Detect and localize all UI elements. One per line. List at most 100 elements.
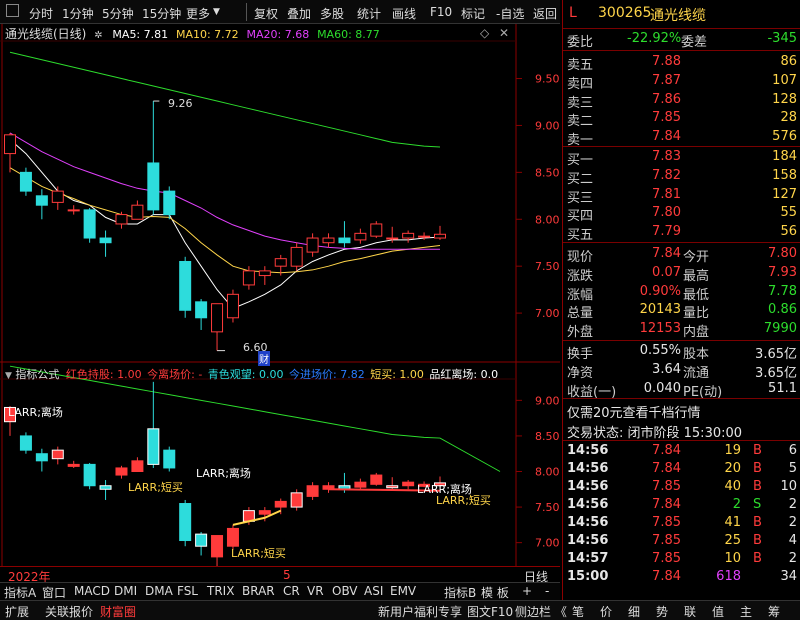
candle-body <box>4 134 16 155</box>
tab-5min[interactable]: 5分钟 <box>102 5 134 22</box>
ask-row: 卖四 7.87 107 <box>563 72 800 92</box>
tab-trix[interactable]: TRIX <box>207 584 234 598</box>
y-tick-label: 7.50 <box>535 260 560 273</box>
stat-label: 量比 <box>683 306 710 322</box>
f10-graph-link[interactable]: 图文F10 <box>467 603 513 620</box>
related-quote-link[interactable]: 关联报价 <box>45 603 93 620</box>
ask-label: 卖三 <box>567 95 594 111</box>
stat-label: 流通 <box>683 365 710 381</box>
stat-row: 总量 20143 量比 0.86 <box>563 301 800 322</box>
tab-indicator-b[interactable]: 指标B <box>444 584 476 601</box>
tick-price: 7.85 <box>652 479 681 494</box>
tab-15min[interactable]: 15分钟 <box>142 5 181 22</box>
ask-label: 卖二 <box>567 114 594 130</box>
bid-label: 买三 <box>567 190 594 206</box>
kline-chart[interactable]: 9.50 9.00 8.50 8.00 7.50 7.00 9.00 8.50 8.00 7.50… <box>0 24 560 566</box>
tab-fsl[interactable]: FSL <box>177 584 198 598</box>
remove-button[interactable]: - <box>545 584 549 598</box>
candle-body <box>115 214 128 225</box>
add-watchlist-button[interactable]: -自选 <box>496 5 524 22</box>
tab-zhu[interactable]: 主 <box>740 603 752 620</box>
candle-body <box>179 260 192 311</box>
tab-template[interactable]: 模 板 <box>481 584 509 601</box>
tick-side: S <box>753 497 762 512</box>
overlay-button[interactable]: 叠加 <box>287 5 311 22</box>
stat-row: 外盘 12153 内盘 7990 <box>563 320 800 340</box>
tab-obv[interactable]: OBV <box>332 584 358 598</box>
tab-macd[interactable]: MACD <box>74 584 110 598</box>
tick-row: 14:57 7.85 10 B 2 <box>563 550 800 569</box>
tab-chou[interactable]: 筹 <box>768 603 780 620</box>
stat-value: 7.93 <box>768 264 797 280</box>
tab-emv[interactable]: EMV <box>390 584 416 598</box>
draw-line-button[interactable]: 画线 <box>392 5 416 22</box>
promo-row[interactable]: 仅需20元查看千档行情 <box>563 401 800 421</box>
stat-value: 12153 <box>639 321 681 337</box>
candle-body <box>386 237 399 240</box>
tab-zhi[interactable]: 值 <box>712 603 724 620</box>
y-tick-label: 9.00 <box>535 119 560 132</box>
bid-volume: 55 <box>780 205 797 221</box>
sidebar-toggle[interactable]: 侧边栏 《 <box>515 603 567 620</box>
tab-vr[interactable]: VR <box>307 584 324 598</box>
checkbox-icon[interactable] <box>6 4 19 17</box>
tab-fenshi[interactable]: 分时 <box>29 5 53 22</box>
indicator-name[interactable]: 指标公式 <box>15 368 59 381</box>
bid-volume: 127 <box>772 186 797 202</box>
multi-stock-button[interactable]: 多股 <box>320 5 344 22</box>
tick-count: 6 <box>788 443 797 458</box>
y-tick-label: 8.50 <box>535 430 560 443</box>
candle-body <box>418 235 431 238</box>
tab-window[interactable]: 窗口 <box>42 584 66 601</box>
f10-button[interactable]: F10 <box>430 5 452 19</box>
tick-volume: 40 <box>724 479 741 494</box>
fuquan-button[interactable]: 复权 <box>254 5 278 22</box>
ask-volume: 576 <box>772 129 797 145</box>
tick-time: 14:56 <box>567 515 609 530</box>
tab-dma[interactable]: DMA <box>145 584 173 598</box>
tab-bi[interactable]: 笔 <box>572 603 584 620</box>
stat-value: 7990 <box>763 321 797 337</box>
dropdown-icon[interactable]: ▼ <box>213 7 220 17</box>
tab-asi[interactable]: ASI <box>364 584 383 598</box>
tab-dmi[interactable]: DMI <box>114 584 137 598</box>
y-tick-label: 9.50 <box>535 73 560 86</box>
candle-body <box>67 209 80 212</box>
bid-label: 买五 <box>567 228 594 244</box>
candle-body <box>434 233 446 239</box>
tab-1min[interactable]: 1分钟 <box>62 5 94 22</box>
tab-indicator-a[interactable]: 指标A <box>4 584 36 601</box>
promo-text[interactable]: 仅需20元查看千档行情 <box>567 402 701 421</box>
tab-xi[interactable]: 细 <box>628 603 640 620</box>
wealth-circle-link[interactable]: 财富圈 <box>100 603 136 620</box>
tab-shi[interactable]: 势 <box>656 603 668 620</box>
ask-price: 7.84 <box>652 129 681 145</box>
stat-label: PE(动) <box>683 384 723 400</box>
stat-label: 涨跌 <box>567 268 594 284</box>
y-tick-label: 7.00 <box>535 307 560 320</box>
new-user-link[interactable]: 新用户福利专享 <box>378 603 462 620</box>
tab-lian[interactable]: 联 <box>684 603 696 620</box>
stats-button[interactable]: 统计 <box>357 5 381 22</box>
tab-brar[interactable]: BRAR <box>242 584 275 598</box>
back-button[interactable]: 返回 <box>533 5 557 22</box>
bid-row: 买一 7.83 184 <box>563 148 800 168</box>
tab-jia[interactable]: 价 <box>600 603 612 620</box>
indicator-candle-body <box>67 463 80 467</box>
tab-cr[interactable]: CR <box>283 584 300 598</box>
add-button[interactable]: + <box>522 584 532 598</box>
collapse-icon[interactable]: ▼ <box>5 371 12 381</box>
diamond-icon[interactable]: ◇ <box>480 26 489 40</box>
mark-button[interactable]: 标记 <box>461 5 485 22</box>
toolbar: 分时 1分钟 5分钟 15分钟 更多 ▼ 复权 叠加 多股 统计 画线 F10 … <box>0 0 560 24</box>
extend-link[interactable]: 扩展 <box>5 603 29 620</box>
stat-label: 净资 <box>567 365 594 381</box>
settings-icon[interactable]: ✲ <box>94 30 102 41</box>
ask-volume: 86 <box>780 54 797 69</box>
close-icon[interactable]: ✕ <box>499 26 509 40</box>
more-menu[interactable]: 更多 <box>186 5 210 22</box>
candle-body <box>163 190 176 216</box>
finance-badge[interactable]: 财 <box>258 351 270 366</box>
indicator-candle-body <box>51 449 64 460</box>
candle-body <box>338 237 351 244</box>
